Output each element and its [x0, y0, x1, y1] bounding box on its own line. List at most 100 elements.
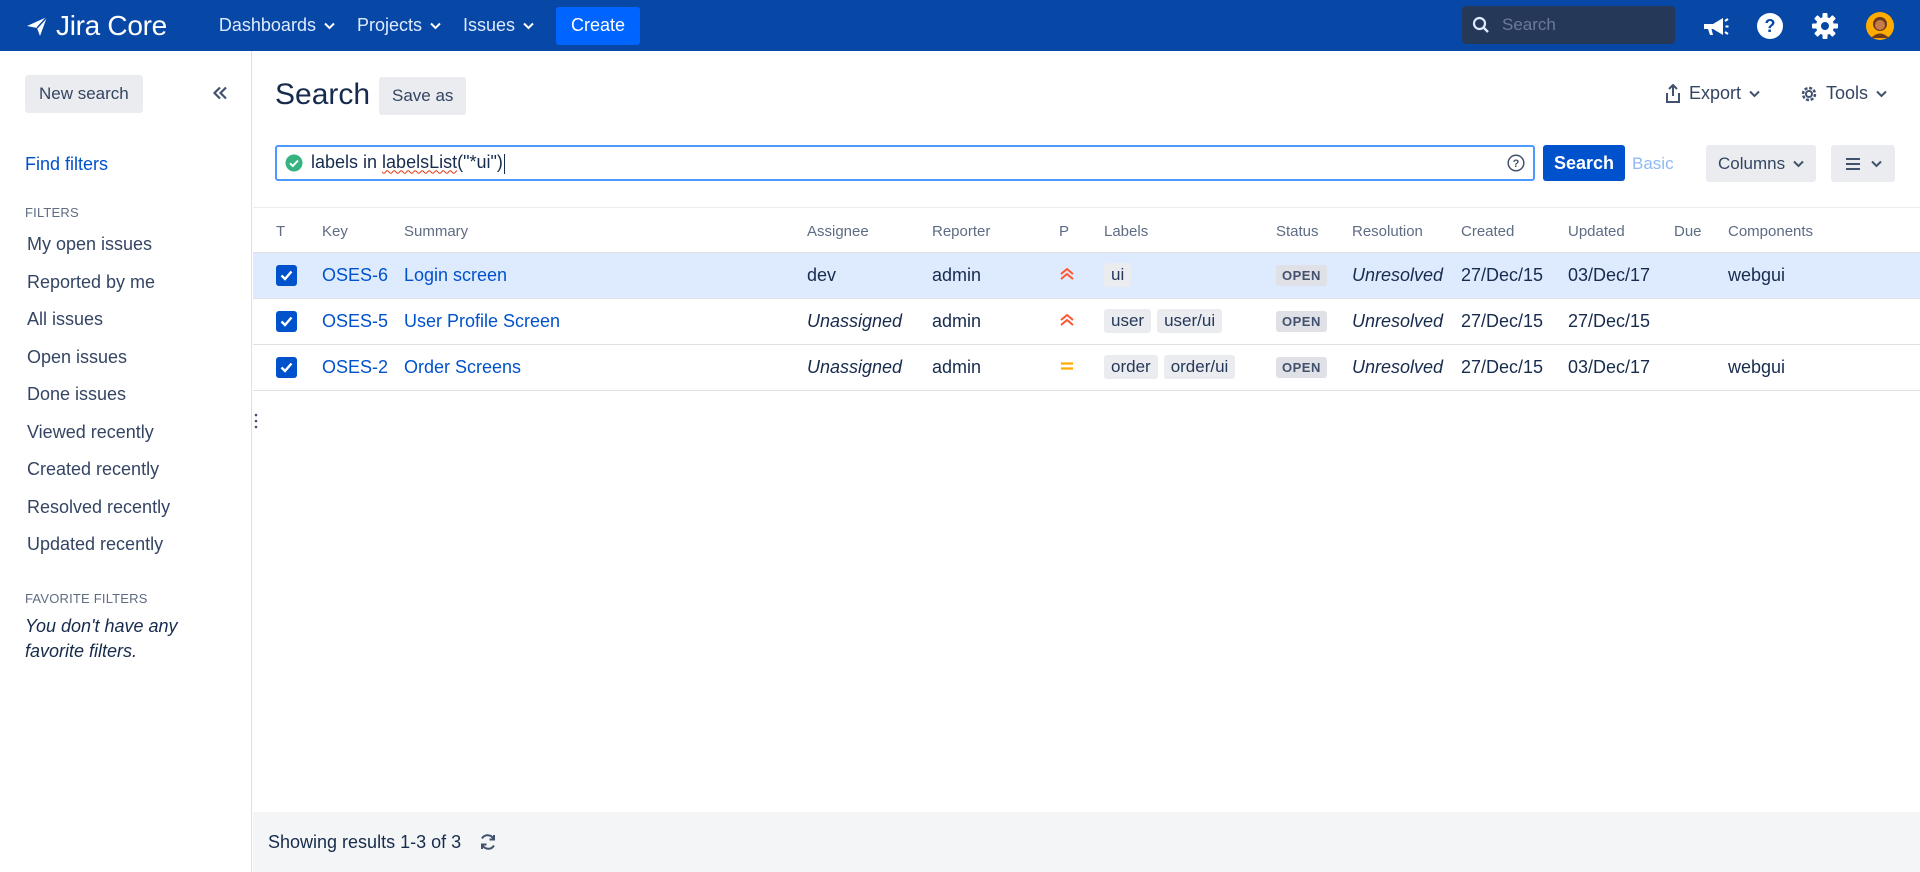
- collapse-sidebar-icon[interactable]: [208, 81, 232, 105]
- column-header-type[interactable]: T: [253, 212, 322, 253]
- status-cell: OPEN: [1276, 344, 1352, 391]
- filter-created-recently[interactable]: Created recently: [27, 451, 170, 489]
- global-search[interactable]: [1462, 6, 1675, 44]
- column-header-assignee[interactable]: Assignee: [807, 212, 932, 253]
- resolution-cell: Unresolved: [1352, 298, 1461, 345]
- issue-key-link[interactable]: OSES-5: [322, 311, 388, 331]
- sidebar-resize-handle[interactable]: [253, 412, 259, 430]
- label-chip[interactable]: order/ui: [1163, 355, 1236, 379]
- basic-mode-link[interactable]: Basic: [1632, 154, 1674, 174]
- search-button[interactable]: Search: [1543, 145, 1626, 181]
- chevron-down-icon: [1870, 160, 1882, 167]
- svg-text:?: ?: [1765, 16, 1776, 36]
- created-cell: 27/Dec/15: [1461, 252, 1568, 299]
- column-header-due[interactable]: Due: [1674, 212, 1728, 253]
- divider: [253, 207, 1920, 208]
- page-title: Search: [275, 78, 371, 111]
- resolution-cell: Unresolved: [1352, 252, 1461, 299]
- jql-prefix: labels in: [311, 152, 383, 173]
- label-chip[interactable]: user/ui: [1157, 309, 1223, 333]
- global-search-input[interactable]: [1502, 15, 1662, 35]
- jira-logo-icon: [27, 15, 48, 36]
- jql-help-icon[interactable]: ?: [1507, 154, 1525, 172]
- jira-logo[interactable]: Jira Core: [26, 10, 167, 42]
- due-cell: [1674, 344, 1728, 391]
- export-icon: [1666, 83, 1680, 103]
- view-layout-button[interactable]: [1831, 145, 1895, 182]
- export-label: Export: [1689, 83, 1742, 103]
- columns-button[interactable]: Columns: [1706, 145, 1817, 182]
- issue-key-link[interactable]: OSES-2: [322, 357, 388, 377]
- nav-projects[interactable]: Projects: [357, 15, 441, 36]
- tools-button[interactable]: Tools: [1800, 83, 1887, 104]
- filter-viewed-recently[interactable]: Viewed recently: [27, 414, 170, 452]
- save-as-button[interactable]: Save as: [379, 77, 467, 115]
- column-header-reporter[interactable]: Reporter: [932, 212, 1059, 253]
- column-header-updated[interactable]: Updated: [1568, 212, 1674, 253]
- issue-summary-link[interactable]: User Profile Screen: [404, 311, 560, 331]
- label-chip[interactable]: ui: [1104, 263, 1132, 287]
- table-row[interactable]: OSES-2 Order Screens Unassigned admin or…: [253, 344, 1920, 391]
- search-icon: [1472, 16, 1489, 33]
- filter-reported-by-me[interactable]: Reported by me: [27, 264, 170, 302]
- column-header-key[interactable]: Key: [322, 212, 404, 253]
- filter-done-issues[interactable]: Done issues: [27, 376, 170, 414]
- svg-text:?: ?: [1513, 158, 1520, 170]
- jql-query-input[interactable]: labels in labelsList("*ui") ?: [275, 145, 1535, 181]
- create-button[interactable]: Create: [556, 6, 641, 45]
- notifications-megaphone-icon[interactable]: [1699, 10, 1731, 42]
- status-badge: OPEN: [1276, 311, 1327, 332]
- favorite-filters-empty-message: You don't have any favorite filters.: [25, 616, 178, 661]
- new-search-button[interactable]: New search: [25, 75, 143, 113]
- column-header-created[interactable]: Created: [1461, 212, 1568, 253]
- filters-list: My open issues Reported by me All issues…: [27, 226, 170, 564]
- top-navigation-bar: Jira Core Dashboards Projects Issues Cre…: [0, 0, 1920, 51]
- filter-open-issues[interactable]: Open issues: [27, 339, 170, 377]
- task-type-icon: [276, 310, 297, 332]
- issue-summary-link[interactable]: Login screen: [404, 265, 507, 285]
- column-header-summary[interactable]: Summary: [404, 212, 807, 253]
- table-row[interactable]: OSES-5 User Profile Screen Unassigned ad…: [253, 298, 1920, 345]
- chevron-down-icon: [324, 22, 335, 29]
- due-cell: [1674, 252, 1728, 299]
- filter-resolved-recently[interactable]: Resolved recently: [27, 489, 170, 527]
- help-icon[interactable]: ?: [1754, 10, 1786, 42]
- filter-all-issues[interactable]: All issues: [27, 301, 170, 339]
- label-chip[interactable]: order: [1104, 355, 1158, 379]
- settings-gear-icon[interactable]: [1809, 10, 1841, 42]
- chevron-down-icon: [430, 22, 441, 29]
- issue-summary-link[interactable]: Order Screens: [404, 357, 521, 377]
- jql-args: ("*ui"): [457, 152, 503, 173]
- labels-cell: ui: [1104, 252, 1276, 299]
- results-count: Showing results 1-3 of 3: [268, 831, 462, 852]
- column-header-status[interactable]: Status: [1276, 212, 1352, 253]
- nav-issues-label: Issues: [462, 15, 516, 35]
- reporter-cell: admin: [932, 252, 1059, 299]
- table-row[interactable]: OSES-6 Login screen dev admin ui OPEN Un…: [253, 252, 1920, 299]
- tools-label: Tools: [1826, 83, 1869, 103]
- status-badge: OPEN: [1276, 265, 1327, 286]
- nav-dashboards[interactable]: Dashboards: [219, 15, 335, 36]
- favorite-filters-heading: FAVORITE FILTERS: [25, 591, 148, 606]
- column-header-labels[interactable]: Labels: [1104, 212, 1276, 253]
- nav-issues[interactable]: Issues: [463, 15, 534, 36]
- filter-my-open-issues[interactable]: My open issues: [27, 226, 170, 264]
- find-filters-link[interactable]: Find filters: [25, 154, 108, 175]
- updated-cell: 27/Dec/15: [1568, 298, 1674, 345]
- filter-updated-recently[interactable]: Updated recently: [27, 526, 170, 564]
- chevron-down-icon: [523, 22, 534, 29]
- results-footer: Showing results 1-3 of 3: [253, 812, 1920, 872]
- text-caret: [503, 153, 505, 174]
- valid-query-check-icon: [285, 154, 303, 172]
- issue-key-link[interactable]: OSES-6: [322, 265, 388, 285]
- nav-dashboards-label: Dashboards: [218, 15, 316, 35]
- column-header-resolution[interactable]: Resolution: [1352, 212, 1461, 253]
- export-button[interactable]: Export: [1665, 83, 1760, 104]
- assignee-cell: Unassigned: [807, 298, 932, 345]
- column-header-components[interactable]: Components: [1728, 212, 1920, 253]
- label-chip[interactable]: user: [1104, 309, 1152, 333]
- list-view-icon: [1845, 157, 1860, 170]
- refresh-icon[interactable]: [479, 833, 497, 851]
- user-avatar[interactable]: [1864, 10, 1896, 42]
- column-header-priority[interactable]: P: [1059, 212, 1104, 253]
